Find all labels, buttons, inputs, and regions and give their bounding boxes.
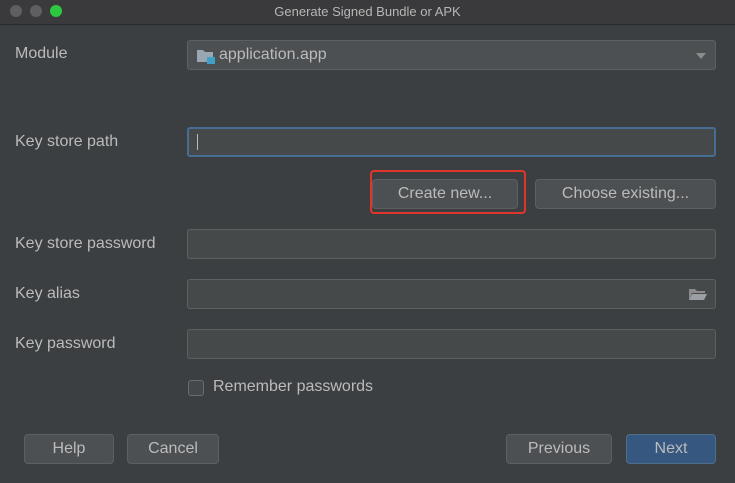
window-title: Generate Signed Bundle or APK xyxy=(274,4,461,19)
module-folder-icon xyxy=(197,50,215,64)
keystore-path-label: Key store path xyxy=(15,133,119,150)
keystore-password-input[interactable] xyxy=(187,229,716,259)
chevron-down-icon[interactable] xyxy=(696,53,706,59)
folder-open-icon[interactable] xyxy=(688,287,708,301)
title-bar: Generate Signed Bundle or APK xyxy=(0,0,735,25)
dialog-window: Generate Signed Bundle or APK Module app… xyxy=(0,0,735,483)
previous-button[interactable]: Previous xyxy=(506,434,612,464)
keystore-password-label: Key store password xyxy=(15,235,156,252)
next-button[interactable]: Next xyxy=(626,434,716,464)
module-label: Module xyxy=(15,45,68,62)
key-alias-input[interactable] xyxy=(187,279,716,309)
module-value: application.app xyxy=(219,46,327,63)
keystore-path-input[interactable] xyxy=(187,127,716,157)
key-password-input[interactable] xyxy=(187,329,716,359)
key-password-label: Key password xyxy=(15,335,116,352)
help-button[interactable]: Help xyxy=(24,434,114,464)
key-alias-label: Key alias xyxy=(15,285,80,302)
remember-passwords-checkbox[interactable] xyxy=(188,380,204,396)
remember-passwords-label[interactable]: Remember passwords xyxy=(213,378,373,396)
cancel-button[interactable]: Cancel xyxy=(127,434,219,464)
text-caret xyxy=(197,134,198,150)
highlight-box xyxy=(370,170,526,214)
choose-existing-button[interactable]: Choose existing... xyxy=(535,179,716,209)
module-dropdown[interactable]: application.app xyxy=(187,40,716,70)
